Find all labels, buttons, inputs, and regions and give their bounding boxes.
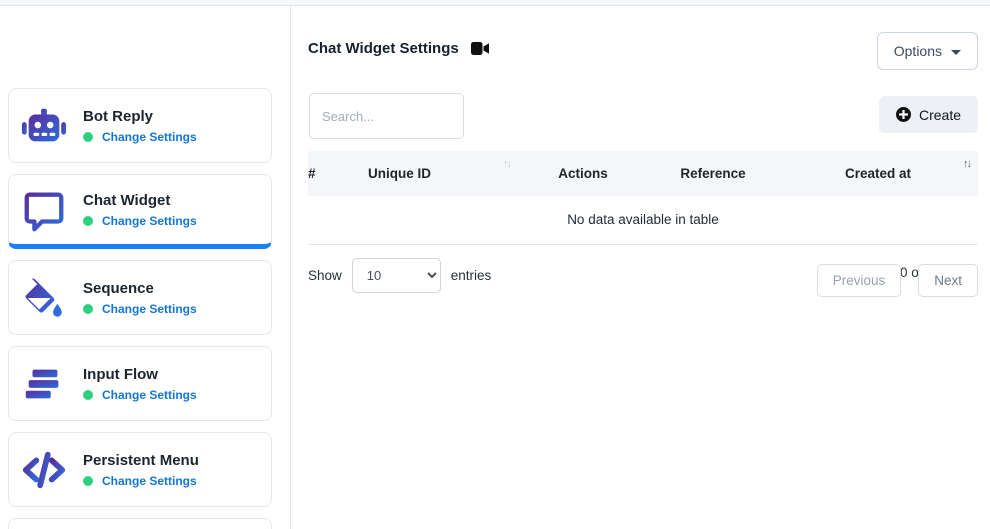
logo-area [8,6,272,88]
column-header-index: # [308,151,368,196]
previous-button[interactable]: Previous [817,264,902,297]
column-header-actions: Actions [518,151,648,196]
robot-icon [21,103,67,149]
change-settings-link[interactable]: Change Settings [102,214,197,228]
data-table: # Unique ID ↑↓ Actions Reference Created… [308,151,978,245]
change-settings-link[interactable]: Change Settings [102,474,197,488]
main-content: Chat Widget Settings Options Create [291,6,990,529]
sidebar-item-partial[interactable] [8,518,272,529]
sort-icon[interactable]: ↑↓ [963,158,970,170]
entries-label: entries [451,268,492,283]
code-icon [21,447,67,493]
show-label: Show [308,268,342,283]
pagination: Previous Next [817,264,978,297]
empty-message: No data available in table [308,196,978,244]
sidebar: Bot Reply Change Settings Chat Widget Ch… [0,6,291,529]
search-input[interactable] [309,93,464,139]
create-button[interactable]: Create [879,96,978,133]
page-size-select[interactable]: 10 [352,258,441,293]
create-label: Create [919,107,961,123]
sidebar-item-label: Persistent Menu [83,452,199,469]
plus-circle-icon [896,107,911,122]
table-header-row: # Unique ID ↑↓ Actions Reference Created… [308,151,978,196]
options-label: Options [894,43,942,59]
sidebar-item-chat-widget[interactable]: Chat Widget Change Settings [8,174,272,249]
sort-icon[interactable]: ↑↓ [503,158,510,170]
status-dot [83,304,93,314]
paint-bucket-icon [21,275,67,321]
chat-bubble-icon [21,187,67,233]
table-empty-row: No data available in table [308,196,978,244]
sidebar-item-sequence[interactable]: Sequence Change Settings [8,260,272,335]
column-header-created-at[interactable]: Created at ↑↓ [778,151,978,196]
sidebar-item-persistent-menu[interactable]: Persistent Menu Change Settings [8,432,272,507]
sidebar-item-bot-reply[interactable]: Bot Reply Change Settings [8,88,272,163]
sidebar-item-label: Bot Reply [83,108,197,125]
video-camera-icon [471,42,489,55]
column-header-unique-id[interactable]: Unique ID ↑↓ [368,151,518,196]
change-settings-link[interactable]: Change Settings [102,302,197,316]
status-dot [83,390,93,400]
sidebar-item-input-flow[interactable]: Input Flow Change Settings [8,346,272,421]
options-button[interactable]: Options [877,32,978,70]
status-dot [83,476,93,486]
status-dot [83,132,93,142]
change-settings-link[interactable]: Change Settings [102,130,197,144]
change-settings-link[interactable]: Change Settings [102,388,197,402]
column-header-reference: Reference [648,151,778,196]
sidebar-item-label: Sequence [83,280,197,297]
sidebar-item-label: Input Flow [83,366,197,383]
next-button[interactable]: Next [918,264,978,297]
caret-down-icon [951,50,961,55]
sidebar-item-label: Chat Widget [83,192,197,209]
input-flow-icon [21,361,67,407]
status-dot [83,216,93,226]
page-title: Chat Widget Settings [308,40,459,57]
